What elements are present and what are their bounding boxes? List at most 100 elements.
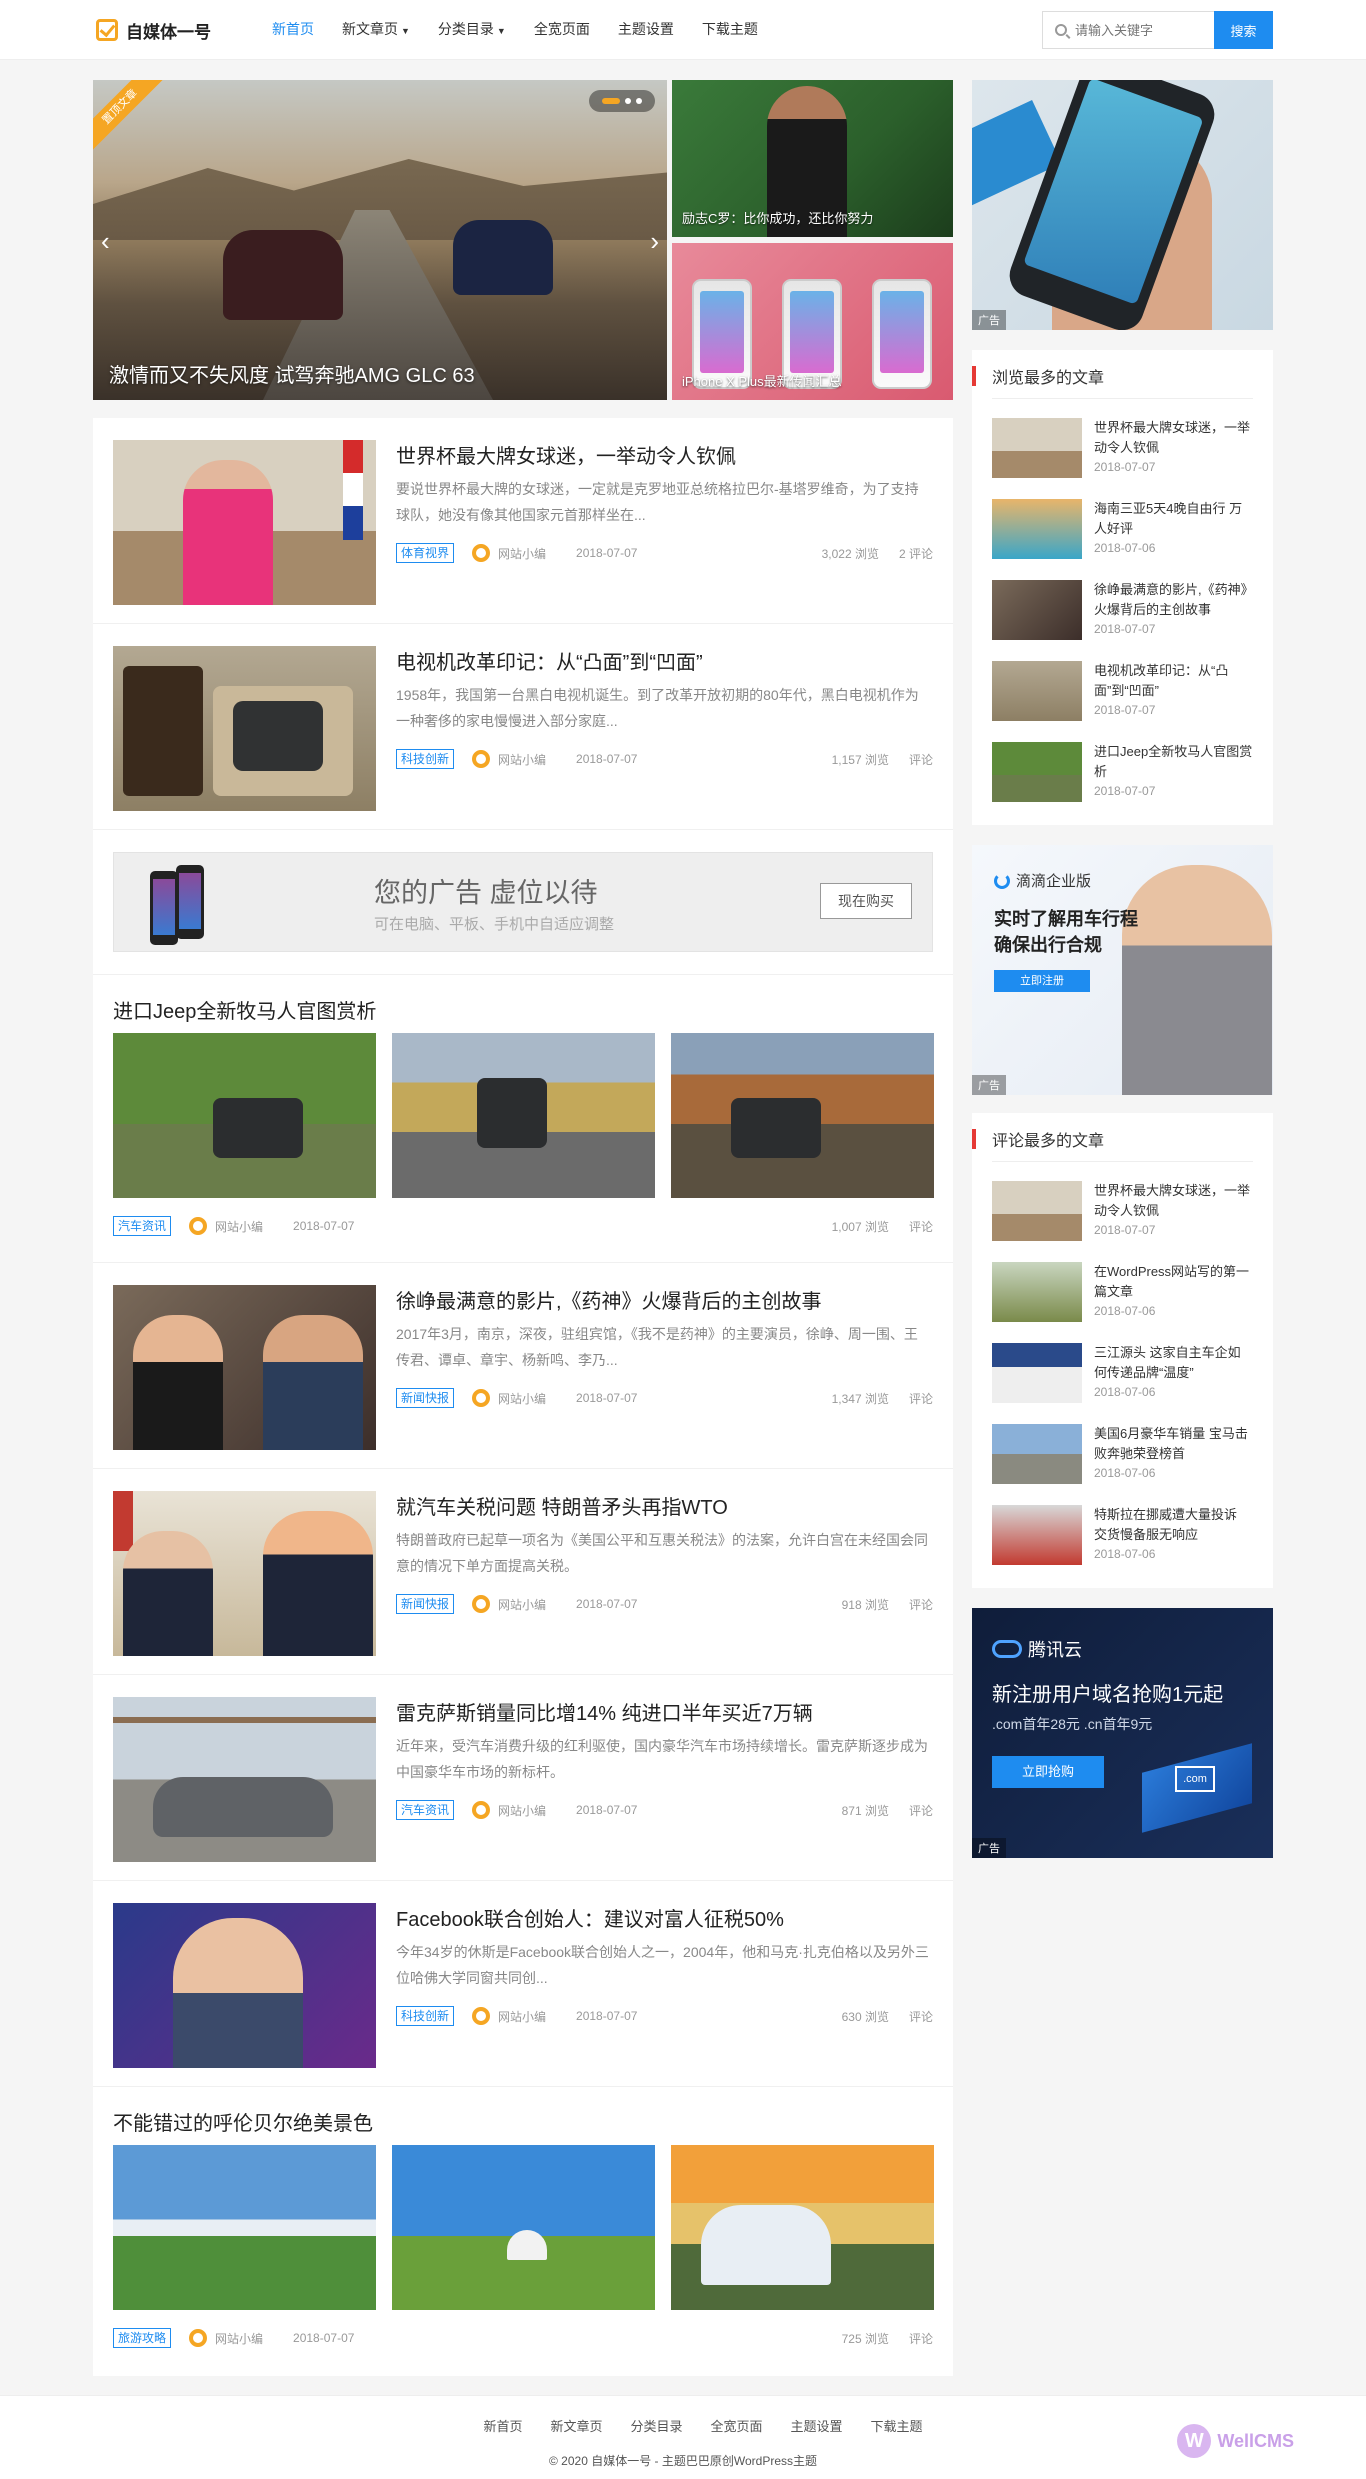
widget-item[interactable]: 海南三亚5天4晚自由行 万人好评 2018-07-06 <box>992 499 1253 565</box>
footer-link-categories[interactable]: 分类目录 <box>630 2416 682 2435</box>
nav-item-new-article[interactable]: 新文章页 ▼ <box>328 0 424 60</box>
category-tag[interactable]: 新闻快报 <box>396 1388 455 1408</box>
widget-thumbnail <box>992 580 1082 640</box>
footer-link-new-article[interactable]: 新文章页 <box>550 2416 602 2435</box>
post-title[interactable]: Facebook联合创始人：建议对富人征税50% <box>396 1903 784 1932</box>
post-comments[interactable]: 评论 <box>909 1802 933 1819</box>
slider-dot[interactable] <box>636 98 642 104</box>
post-thumbnail[interactable] <box>113 1285 376 1450</box>
post-title[interactable]: 就汽车关税问题 特朗普矛头再指WTO <box>396 1491 728 1520</box>
post-title[interactable]: 雷克萨斯销量同比增14% 纯进口半年买近7万辆 <box>396 1697 813 1726</box>
post-comments[interactable]: 评论 <box>909 2008 933 2025</box>
category-tag[interactable]: 新闻快报 <box>396 1594 455 1614</box>
sidebar-ad-top[interactable]: 广告 <box>972 80 1273 330</box>
category-tag[interactable]: 汽车资讯 <box>396 1800 455 1820</box>
footer-link-home[interactable]: 新首页 <box>483 2416 522 2435</box>
footer-link-theme-settings[interactable]: 主题设置 <box>791 2416 843 2435</box>
nav-item-home[interactable]: 新首页 <box>258 0 328 60</box>
post-date: 2018-07-07 <box>576 1803 638 1817</box>
post-thumbnail[interactable] <box>113 440 376 605</box>
post-author[interactable]: 网站小编 <box>498 1802 546 1819</box>
post-title[interactable]: 电视机改革印记：从“凸面”到“凹面” <box>396 646 703 675</box>
post-meta: 汽车资讯 网站小编 2018-07-07 871 浏览 评论 <box>396 1799 933 1821</box>
gallery-title[interactable]: 进口Jeep全新牧马人官图赏析 <box>113 995 376 1024</box>
post-title[interactable]: 徐峥最满意的影片,《药神》火爆背后的主创故事 <box>396 1285 822 1314</box>
post-author[interactable]: 网站小编 <box>498 1390 546 1407</box>
widget-item-title: 进口Jeep全新牧马人官图赏析 <box>1094 744 1253 779</box>
search-button[interactable]: 搜索 <box>1214 11 1273 49</box>
sidebar-ad-tencent[interactable]: 腾讯云 新注册用户域名抢购1元起 .com首年28元 .cn首年9元 立即抢购 … <box>972 1608 1273 1858</box>
post-date: 2018-07-07 <box>293 2331 355 2345</box>
gallery-image[interactable] <box>392 2145 655 2310</box>
widget-item[interactable]: 三江源头 这家自主车企如何传递品牌“温度” 2018-07-06 <box>992 1343 1253 1409</box>
post-comments[interactable]: 评论 <box>909 1596 933 1613</box>
search-input[interactable] <box>1075 22 1195 38</box>
post-date: 2018-07-07 <box>576 2009 638 2023</box>
widget-item-title: 徐峥最满意的影片,《药神》火爆背后的主创故事 <box>1094 582 1248 617</box>
footer-link-fullwidth[interactable]: 全宽页面 <box>711 2416 763 2435</box>
widget-thumbnail <box>992 499 1082 559</box>
widget-item-title: 世界杯最大牌女球迷，一举动令人钦佩 <box>1094 1183 1251 1218</box>
search-icon <box>1055 24 1067 36</box>
register-button[interactable]: 立即注册 <box>994 970 1090 992</box>
category-tag[interactable]: 汽车资讯 <box>113 1216 172 1236</box>
featured-slider[interactable]: 置顶文章 ‹ › 激情而又不失风度 试驾奔驰AMG GLC 63 <box>93 80 667 400</box>
post-comments[interactable]: 评论 <box>909 751 933 768</box>
post-views: 630 浏览 <box>841 2009 889 2024</box>
category-tag[interactable]: 科技创新 <box>396 749 455 769</box>
chevron-right-icon[interactable]: › <box>650 228 659 254</box>
category-tag[interactable]: 科技创新 <box>396 2006 455 2026</box>
ad-banner[interactable]: 您的广告 虚位以待 可在电脑、平板、手机中自适应调整 现在购买 <box>113 852 933 952</box>
gallery-title[interactable]: 不能错过的呼伦贝尔绝美景色 <box>113 2107 373 2136</box>
widget-item[interactable]: 电视机改革印记：从“凸面”到“凹面” 2018-07-07 <box>992 661 1253 727</box>
post-thumbnail[interactable] <box>113 646 376 811</box>
gallery-image[interactable] <box>113 2145 376 2310</box>
post-comments[interactable]: 评论 <box>909 1218 933 1235</box>
chevron-left-icon[interactable]: ‹ <box>101 228 110 254</box>
buy-domain-button[interactable]: 立即抢购 <box>992 1756 1104 1788</box>
gallery-image[interactable] <box>392 1033 655 1198</box>
widget-item[interactable]: 在WordPress网站写的第一篇文章 2018-07-06 <box>992 1262 1253 1328</box>
category-tag[interactable]: 体育视界 <box>396 543 455 563</box>
post-author[interactable]: 网站小编 <box>215 2330 263 2347</box>
post-author[interactable]: 网站小编 <box>498 2008 546 2025</box>
slider-dot-active[interactable] <box>602 98 620 104</box>
chevron-down-icon: ▼ <box>496 26 506 36</box>
post-author[interactable]: 网站小编 <box>498 751 546 768</box>
post-thumbnail[interactable] <box>113 1491 376 1656</box>
slide-caption[interactable]: 激情而又不失风度 试驾奔驰AMG GLC 63 <box>109 359 475 388</box>
widget-item[interactable]: 特斯拉在挪威遭大量投诉 交货慢备服无响应 2018-07-06 <box>992 1505 1253 1571</box>
featured-side-1[interactable]: 励志C罗：比你成功，还比你努力 <box>672 80 953 237</box>
nav-item-theme-settings[interactable]: 主题设置 <box>604 0 688 60</box>
author-avatar-icon <box>472 1595 491 1613</box>
ad-label: 广告 <box>972 310 1006 330</box>
post-author[interactable]: 网站小编 <box>215 1218 263 1235</box>
post-thumbnail[interactable] <box>113 1903 376 2068</box>
post-comments[interactable]: 评论 <box>909 1390 933 1407</box>
post-comments[interactable]: 2 评论 <box>899 545 933 562</box>
featured-side-2[interactable]: iPhone X Plus最新传闻汇总 <box>672 243 953 400</box>
post-author[interactable]: 网站小编 <box>498 545 546 562</box>
widget-item[interactable]: 美国6月豪华车销量 宝马击败奔驰荣登榜首 2018-07-06 <box>992 1424 1253 1490</box>
sidebar-ad-didi[interactable]: 滴滴企业版 实时了解用车行程 确保出行合规 立即注册 广告 <box>972 845 1273 1095</box>
nav-item-download[interactable]: 下载主题 <box>688 0 772 60</box>
nav-item-fullwidth[interactable]: 全宽页面 <box>520 0 604 60</box>
widget-thumbnail <box>992 1181 1082 1241</box>
gallery-image[interactable] <box>671 2145 934 2310</box>
widget-item[interactable]: 徐峥最满意的影片,《药神》火爆背后的主创故事 2018-07-07 <box>992 580 1253 646</box>
gallery-image[interactable] <box>113 1033 376 1198</box>
gallery-image[interactable] <box>671 1033 934 1198</box>
footer-link-download[interactable]: 下载主题 <box>871 2416 923 2435</box>
post-title[interactable]: 世界杯最大牌女球迷，一举动令人钦佩 <box>396 440 736 469</box>
slider-dot[interactable] <box>625 98 631 104</box>
post-author[interactable]: 网站小编 <box>498 1596 546 1613</box>
category-tag[interactable]: 旅游攻略 <box>113 2328 172 2348</box>
post-thumbnail[interactable] <box>113 1697 376 1862</box>
post-comments[interactable]: 评论 <box>909 2330 933 2347</box>
buy-now-button[interactable]: 现在购买 <box>820 883 912 919</box>
site-logo[interactable]: 自媒体一号 <box>96 17 211 43</box>
nav-item-categories[interactable]: 分类目录 ▼ <box>424 0 520 60</box>
widget-item[interactable]: 进口Jeep全新牧马人官图赏析 2018-07-07 <box>992 742 1253 808</box>
widget-item[interactable]: 世界杯最大牌女球迷，一举动令人钦佩 2018-07-07 <box>992 1181 1253 1247</box>
widget-item[interactable]: 世界杯最大牌女球迷，一举动令人钦佩 2018-07-07 <box>992 418 1253 484</box>
